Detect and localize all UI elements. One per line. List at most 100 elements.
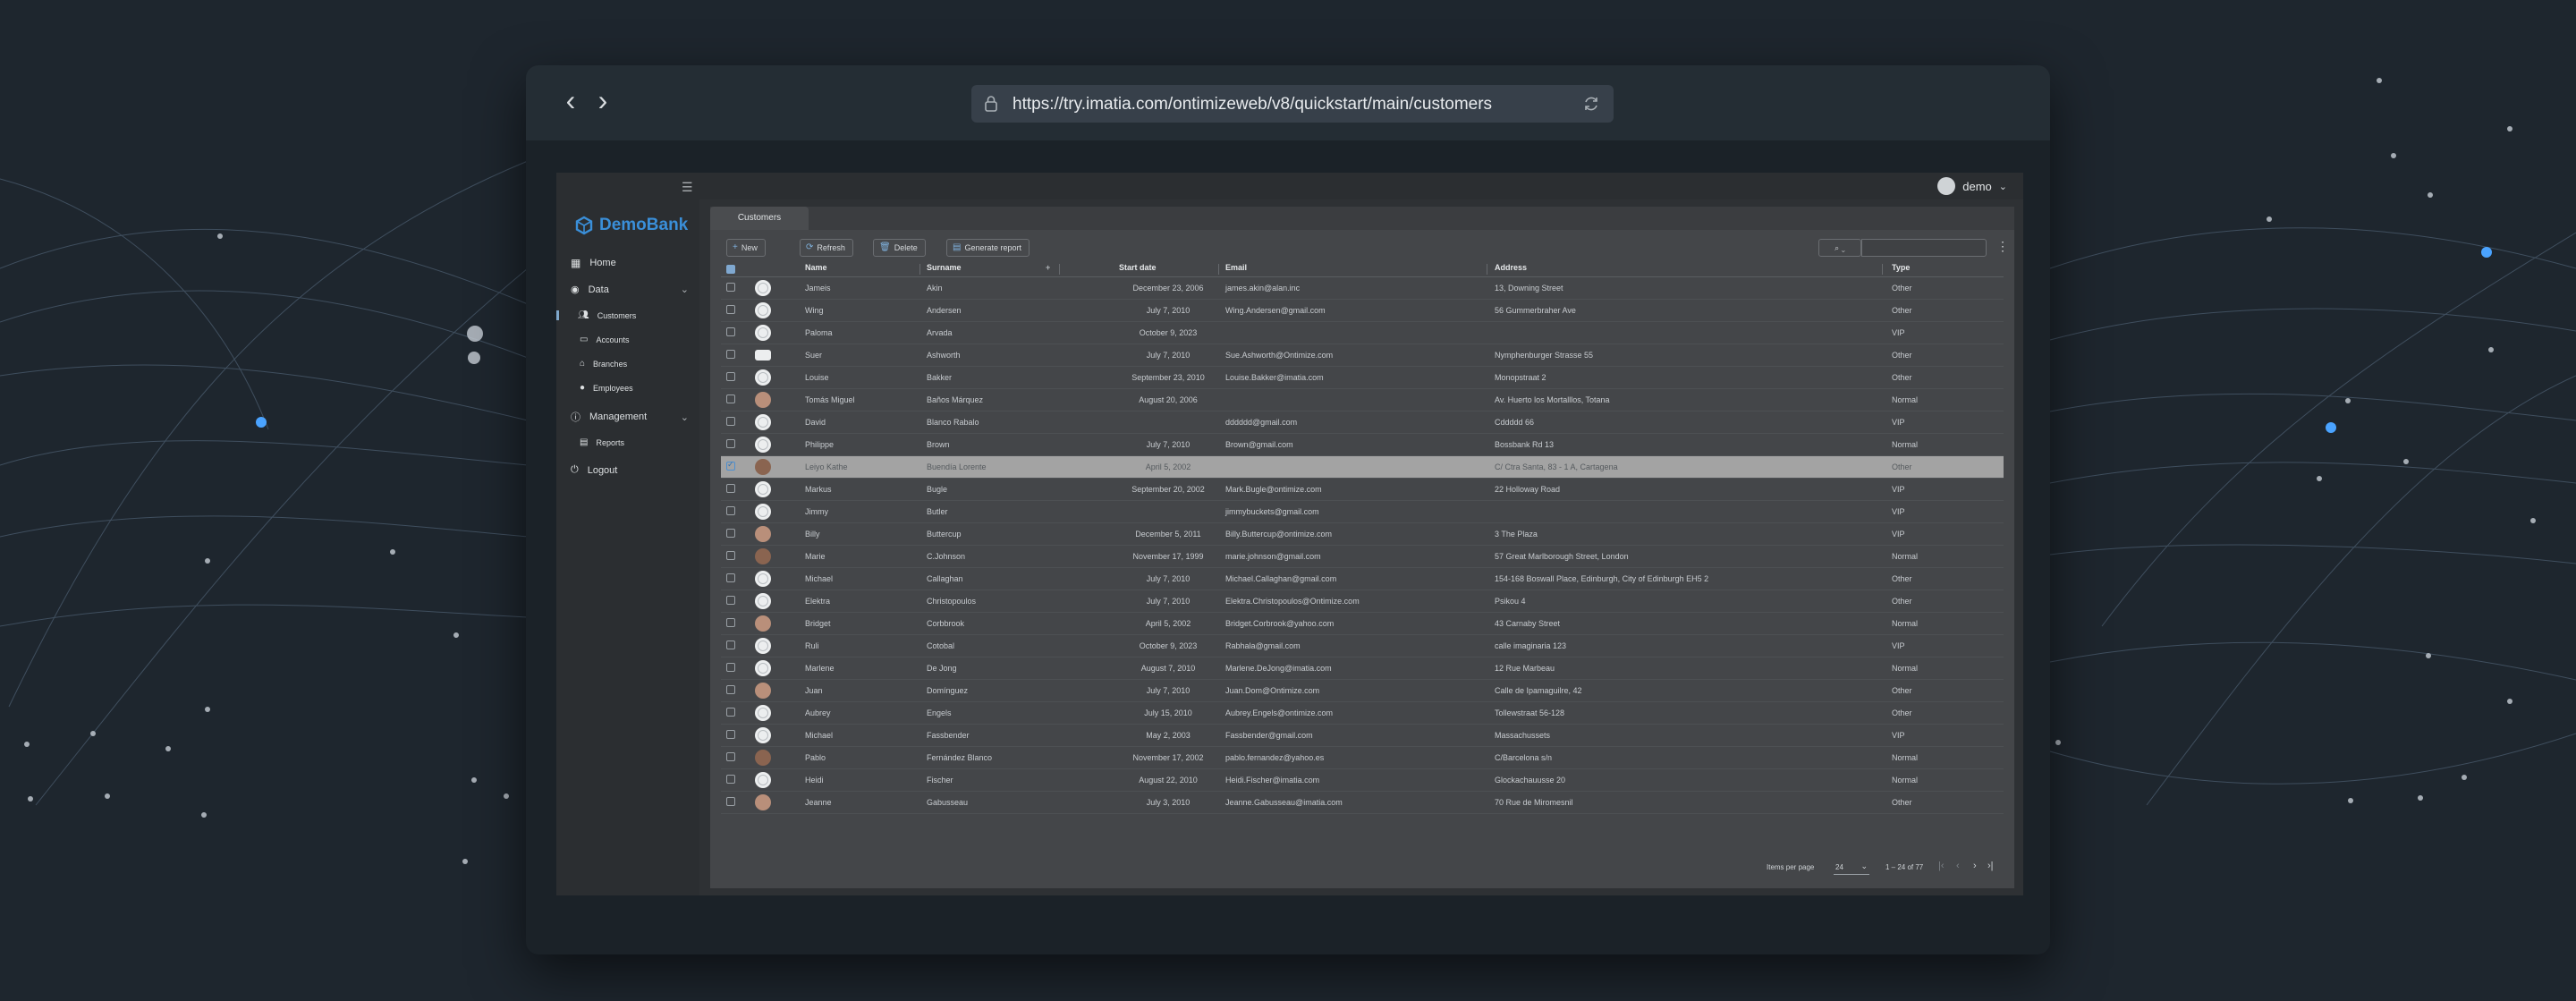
table-row[interactable]: Michael Fassbender May 2, 2003 Fassbender@g… (721, 725, 2004, 747)
table-row[interactable]: Philippe Brown July 7, 2010 Brown@gmail.com… (721, 434, 2004, 456)
table-row[interactable]: Suer Ashworth July 7, 2010 Sue.Ashworth@Ont… (721, 344, 2004, 367)
cell-type: Other (1892, 373, 1912, 382)
select-all-checkbox[interactable] (726, 265, 735, 274)
sidebar-item-data[interactable]: ◉ Data ⌄ (571, 284, 699, 296)
table-row[interactable]: Ruli Cotobal October 9, 2023 Rabhala@gmail.… (721, 635, 2004, 657)
user-menu[interactable]: demo ⌄ (1937, 176, 2007, 196)
back-icon[interactable]: ‹ (558, 86, 583, 115)
cell-date: July 7, 2010 (1146, 440, 1191, 449)
new-button[interactable]: + New (726, 239, 766, 257)
table-row[interactable]: Michael Callaghan July 7, 2010 Michael.Call… (721, 568, 2004, 590)
table-row[interactable]: Tomás Miguel Baños Márquez August 20, 2006… (721, 389, 2004, 411)
row-checkbox[interactable] (726, 618, 735, 627)
previous-page-icon[interactable]: ‹ (1956, 861, 1960, 871)
search-filter-button[interactable]: ⌕ ⌄ (1818, 239, 1861, 257)
page-size-select[interactable]: 24 ⌄ (1834, 860, 1869, 875)
row-checkbox[interactable] (726, 484, 735, 493)
cell-type: VIP (1892, 328, 1905, 337)
row-checkbox[interactable] (726, 305, 735, 314)
table-body: Jameis Akin December 23, 2006 james.akin@al… (721, 277, 2004, 814)
table-row[interactable]: Markus Bugle September 20, 2002 Mark.Bugle@… (721, 479, 2004, 501)
address-bar[interactable]: https://try.imatia.com/ontimizeweb/v8/qu… (971, 85, 1614, 123)
row-checkbox[interactable] (726, 775, 735, 784)
row-checkbox[interactable] (726, 685, 735, 694)
row-checkbox[interactable]: ✓ (726, 460, 735, 471)
row-checkbox[interactable] (726, 394, 735, 403)
column-header-type[interactable]: Type (1892, 263, 1910, 272)
column-header-start-date[interactable]: Start date (1119, 263, 1157, 272)
table-row[interactable]: Jimmy Butler jimmybuckets@gmail.com VIP (721, 501, 2004, 523)
url-text: https://try.imatia.com/ontimizeweb/v8/qu… (1013, 95, 1493, 114)
row-checkbox[interactable] (726, 506, 735, 515)
forward-icon[interactable]: › (590, 86, 615, 115)
row-checkbox[interactable] (726, 573, 735, 582)
table-row[interactable]: Aubrey Engels July 15, 2010 Aubrey.Engels@o… (721, 702, 2004, 725)
first-page-icon[interactable]: |‹ (1938, 861, 1945, 871)
table-row[interactable]: Marie C.Johnson November 17, 1999 marie.joh… (721, 546, 2004, 568)
table-row[interactable]: Marlene De Jong August 7, 2010 Marlene.DeJo… (721, 657, 2004, 680)
search-input[interactable] (1861, 239, 1987, 257)
row-checkbox[interactable] (726, 529, 735, 538)
generate-report-button[interactable]: ▤ Generate report (946, 239, 1030, 257)
table-row[interactable]: Pablo Fernández Blanco November 17, 2002 pa… (721, 747, 2004, 769)
sort-plus-icon[interactable]: + (1046, 263, 1050, 272)
row-checkbox[interactable] (726, 708, 735, 717)
row-checkbox[interactable] (726, 797, 735, 806)
row-checkbox[interactable] (726, 283, 735, 292)
cell-date: October 9, 2023 (1139, 641, 1198, 650)
table-row[interactable]: ✓ Leiyo Kathe Buendía Lorente April 5, 2002… (721, 456, 2004, 479)
next-page-icon[interactable]: › (1973, 861, 1977, 871)
delete-button[interactable]: 🗑︎ Delete (873, 239, 926, 257)
user-placeholder-icon (758, 640, 768, 651)
cell-address: Calle de Ipamaguilre, 42 (1495, 686, 1582, 695)
menu-icon[interactable]: ☰ (682, 180, 693, 195)
table-row[interactable]: Jeanne Gabusseau July 3, 2010 Jeanne.Gabuss… (721, 792, 2004, 814)
sidebar-item-logout[interactable]: ⏻ Logout (571, 464, 617, 476)
row-checkbox[interactable] (726, 640, 735, 649)
row-checkbox[interactable] (726, 439, 735, 448)
sidebar-item-employees[interactable]: ● Employees (580, 383, 633, 393)
cell-type: Other (1892, 708, 1912, 717)
row-checkbox[interactable] (726, 350, 735, 359)
table-row[interactable]: David Blanco Rabalo dddddd@gmail.com Cddddd… (721, 411, 2004, 434)
refresh-button[interactable]: ⟳ Refresh (800, 239, 853, 257)
sidebar-item-reports[interactable]: ▤ Reports (580, 437, 624, 447)
cell-address: 3 The Plaza (1495, 530, 1538, 539)
row-checkbox[interactable] (726, 327, 735, 336)
row-checkbox[interactable] (726, 730, 735, 739)
sidebar-item-customers[interactable]: 👥︎ Customers (556, 310, 636, 320)
table-row[interactable]: Louise Bakker September 23, 2010 Louise.Bak… (721, 367, 2004, 389)
row-checkbox[interactable] (726, 663, 735, 672)
row-checkbox[interactable] (726, 551, 735, 560)
row-checkbox[interactable] (726, 417, 735, 426)
sidebar-item-branches[interactable]: ⌂ Branches (580, 359, 627, 369)
reload-icon[interactable] (1581, 94, 1601, 114)
table-row[interactable]: Heidi Fischer August 22, 2010 Heidi.Fischer… (721, 769, 2004, 792)
column-header-name[interactable]: Name (805, 263, 827, 272)
row-checkbox[interactable] (726, 372, 735, 381)
row-checkbox[interactable] (726, 596, 735, 605)
sidebar-item-home[interactable]: ▦ Home (571, 257, 616, 269)
column-header-surname[interactable]: Surname (927, 263, 962, 272)
cell-date: December 5, 2011 (1135, 530, 1201, 539)
column-header-address[interactable]: Address (1495, 263, 1527, 272)
tab-customers[interactable]: Customers (710, 207, 809, 230)
table-row[interactable]: Juan Domínguez July 7, 2010 Juan.Dom@Ontimi… (721, 680, 2004, 702)
table-row[interactable]: Elektra Christopoulos July 7, 2010 Elektra.… (721, 590, 2004, 613)
app-window: ☰ demo ⌄ DemoBank ▦ Home ◉ Data ⌄ 👥︎ Cus… (556, 173, 2023, 895)
sidebar-item-accounts[interactable]: ▭ Accounts (580, 335, 629, 344)
table-row[interactable]: Wing Andersen July 7, 2010 Wing.Andersen@gm… (721, 300, 2004, 322)
row-checkbox[interactable] (726, 752, 735, 761)
report-icon: ▤ (953, 242, 962, 252)
table-row[interactable]: Billy Buttercup December 5, 2011 Billy.Butt… (721, 523, 2004, 546)
sidebar-item-management[interactable]: ⓘ Management ⌄ (571, 410, 699, 424)
table-row[interactable]: Bridget Corbbrook April 5, 2002 Bridget.Cor… (721, 613, 2004, 635)
more-options-icon[interactable]: ⋮ (1996, 239, 2009, 254)
column-header-email[interactable]: Email (1225, 263, 1247, 272)
last-page-icon[interactable]: ›| (1987, 861, 1994, 871)
table-row[interactable]: Paloma Arvada October 9, 2023 VIP (721, 322, 2004, 344)
cell-date: April 5, 2002 (1145, 619, 1191, 628)
table-row[interactable]: Jameis Akin December 23, 2006 james.akin@al… (721, 277, 2004, 300)
cell-name: Louise (805, 373, 829, 382)
sidebar-item-label: Reports (596, 437, 624, 447)
